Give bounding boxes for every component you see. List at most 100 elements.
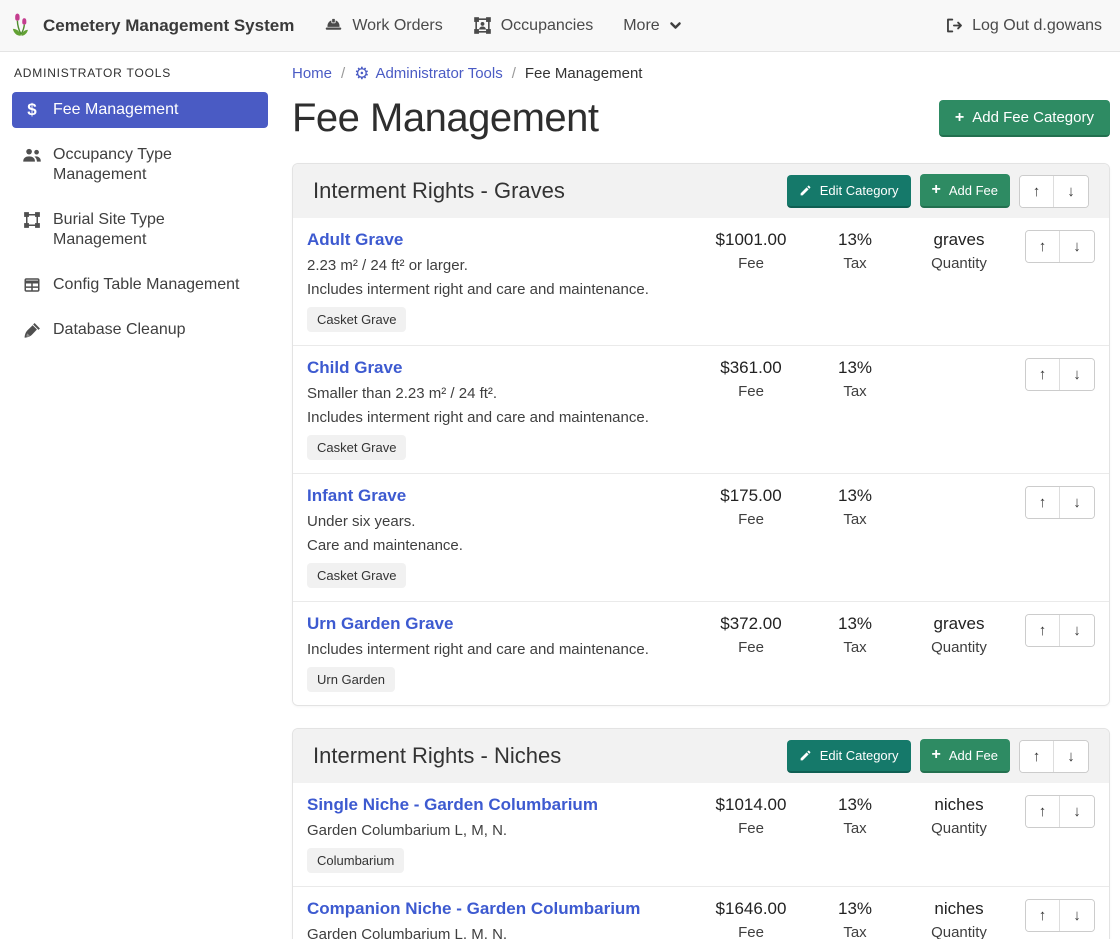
breadcrumb-current: Fee Management (525, 65, 643, 82)
move-fee-up-button[interactable]: ↑ (1026, 900, 1060, 931)
quantity-label: Quantity (909, 924, 1009, 939)
category-reorder-group: ↑ ↓ (1019, 175, 1089, 208)
tax-amount: 13% (805, 230, 905, 250)
fee-col: $175.00 Fee (701, 486, 801, 528)
nav-work-orders[interactable]: Work Orders (324, 16, 442, 35)
edit-category-button[interactable]: Edit Category (787, 175, 911, 208)
plus-icon: + (932, 747, 941, 763)
tax-col: 13% Tax (805, 358, 905, 400)
add-fee-button[interactable]: + Add Fee (920, 174, 1011, 208)
fee-label: Fee (701, 255, 801, 272)
category-actions: Edit Category + Add Fee ↑ ↓ (787, 174, 1089, 208)
tax-label: Tax (805, 383, 905, 400)
breadcrumb-admin-tools-link[interactable]: ⚙ Administrator Tools (354, 65, 503, 82)
move-fee-down-button[interactable]: ↓ (1060, 900, 1094, 931)
logout-button[interactable]: Log Out d.gowans (944, 16, 1102, 35)
fee-reorder-group: ↑ ↓ (1025, 795, 1095, 828)
fee-label: Fee (701, 511, 801, 528)
tax-label: Tax (805, 511, 905, 528)
nav-occupancies-label: Occupancies (501, 17, 594, 35)
quantity-unit: niches (909, 795, 1009, 815)
dollar-icon: $ (22, 101, 42, 118)
quantity-col: niches Quantity (909, 795, 1009, 837)
fee-name-link[interactable]: Single Niche - Garden Columbarium (307, 795, 598, 815)
fee-col: $1001.00 Fee (701, 230, 801, 272)
fee-desc2: Includes interment right and care and ma… (307, 281, 691, 298)
move-fee-up-button[interactable]: ↑ (1026, 615, 1060, 646)
tax-col: 13% Tax (805, 795, 905, 837)
breadcrumb-home-link[interactable]: Home (292, 65, 332, 82)
move-category-up-button[interactable]: ↑ (1020, 741, 1054, 772)
gear-icon: ⚙ (354, 65, 369, 82)
fee-name-link[interactable]: Urn Garden Grave (307, 614, 453, 634)
breadcrumb-separator: / (512, 65, 516, 82)
tax-amount: 13% (805, 614, 905, 634)
nav-occupancies[interactable]: Occupancies (473, 16, 594, 35)
plus-icon: + (955, 110, 964, 126)
fee-type-badge: Casket Grave (307, 563, 406, 588)
move-fee-down-button[interactable]: ↓ (1060, 231, 1094, 262)
quantity-label: Quantity (909, 820, 1009, 837)
fee-name-link[interactable]: Companion Niche - Garden Columbarium (307, 899, 640, 919)
move-category-down-button[interactable]: ↓ (1054, 741, 1088, 772)
tulip-logo-icon (12, 12, 35, 39)
quantity-col: graves Quantity (909, 614, 1009, 656)
category-title: Interment Rights - Graves (313, 178, 565, 204)
fee-reorder-group: ↑ ↓ (1025, 230, 1095, 263)
nav-more[interactable]: More (623, 17, 681, 35)
move-category-down-button[interactable]: ↓ (1054, 176, 1088, 207)
add-fee-button[interactable]: + Add Fee (920, 739, 1011, 773)
brand-name: Cemetery Management System (43, 16, 294, 36)
fee-label: Fee (701, 639, 801, 656)
tax-col: 13% Tax (805, 899, 905, 939)
broom-icon (22, 321, 42, 340)
move-fee-down-button[interactable]: ↓ (1060, 359, 1094, 390)
main-content: Home / ⚙ Administrator Tools / Fee Manag… (280, 52, 1120, 939)
pencil-icon (799, 749, 812, 762)
fee-desc2: Care and maintenance. (307, 537, 691, 554)
logout-label: Log Out d.gowans (972, 17, 1102, 35)
chevron-down-icon (669, 19, 682, 32)
fee-rows: Adult Grave 2.23 m² / 24 ft² or larger. … (293, 218, 1109, 705)
nav-work-orders-label: Work Orders (352, 17, 442, 35)
fee-name-link[interactable]: Adult Grave (307, 230, 403, 250)
fee-category-card: Interment Rights - Graves Edit Category … (292, 163, 1110, 706)
fee-info: Adult Grave 2.23 m² / 24 ft² or larger. … (307, 230, 697, 332)
edit-category-button[interactable]: Edit Category (787, 740, 911, 773)
fee-desc2: Includes interment right and care and ma… (307, 409, 691, 426)
quantity-col: niches Quantity (909, 899, 1009, 939)
tax-amount: 13% (805, 899, 905, 919)
sidebar-item-occupancy-type-management[interactable]: Occupancy Type Management (12, 137, 268, 193)
sidebar-item-database-cleanup[interactable]: Database Cleanup (12, 312, 268, 348)
fee-reorder-group: ↑ ↓ (1025, 358, 1095, 391)
fee-name-link[interactable]: Child Grave (307, 358, 402, 378)
move-fee-up-button[interactable]: ↑ (1026, 231, 1060, 262)
add-fee-category-button[interactable]: + Add Fee Category (939, 100, 1110, 137)
move-fee-up-button[interactable]: ↑ (1026, 359, 1060, 390)
move-fee-down-button[interactable]: ↓ (1060, 615, 1094, 646)
move-fee-down-button[interactable]: ↓ (1060, 487, 1094, 518)
move-fee-down-button[interactable]: ↓ (1060, 796, 1094, 827)
sidebar-item-burial-site-type-management[interactable]: Burial Site Type Management (12, 202, 268, 258)
fee-amount: $1646.00 (701, 899, 801, 919)
move-fee-up-button[interactable]: ↑ (1026, 487, 1060, 518)
sidebar-item-config-table-management[interactable]: Config Table Management (12, 267, 268, 303)
fee-col: $361.00 Fee (701, 358, 801, 400)
quantity-label: Quantity (909, 639, 1009, 656)
fee-name-link[interactable]: Infant Grave (307, 486, 406, 506)
categories: Interment Rights - Graves Edit Category … (292, 163, 1110, 939)
title-row: Fee Management + Add Fee Category (292, 96, 1110, 141)
brand[interactable]: Cemetery Management System (12, 12, 294, 39)
fee-amount: $361.00 (701, 358, 801, 378)
sidebar-item-label: Fee Management (53, 100, 178, 120)
tax-label: Tax (805, 255, 905, 272)
fee-desc1: Under six years. (307, 513, 691, 530)
fee-label: Fee (701, 383, 801, 400)
sidebar-item-fee-management[interactable]: $ Fee Management (12, 92, 268, 128)
plus-icon: + (932, 182, 941, 198)
sidebar: ADMINISTRATOR TOOLS $ Fee Management Occ… (0, 52, 280, 939)
move-category-up-button[interactable]: ↑ (1020, 176, 1054, 207)
quantity-unit: niches (909, 899, 1009, 919)
move-fee-up-button[interactable]: ↑ (1026, 796, 1060, 827)
fee-row: Adult Grave 2.23 m² / 24 ft² or larger. … (293, 218, 1109, 345)
